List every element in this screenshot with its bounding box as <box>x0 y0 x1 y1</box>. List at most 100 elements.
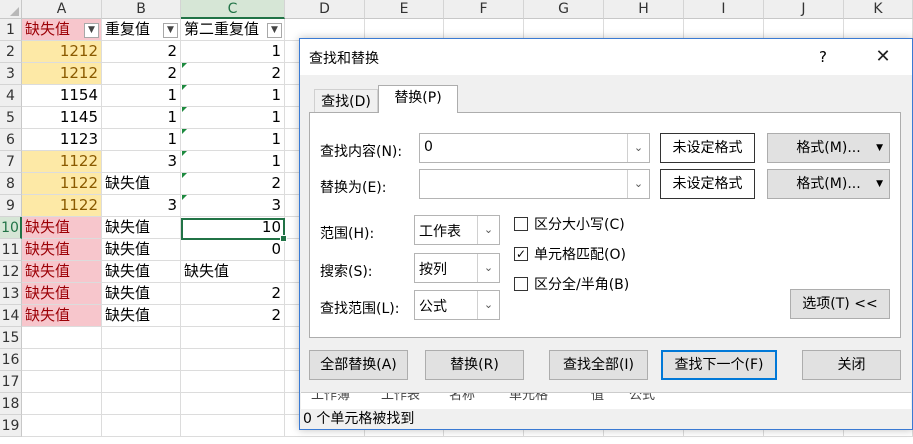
cell-c17[interactable] <box>181 371 285 393</box>
cell-c5[interactable]: 1 <box>181 107 285 129</box>
cell-b12[interactable]: 缺失值 <box>102 261 181 283</box>
cell-b3[interactable]: 2 <box>102 63 181 85</box>
replace-format-button[interactable]: 格式(M)... ▼ <box>767 169 890 199</box>
filter-dropdown-icon[interactable]: ▼ <box>163 23 178 38</box>
cell-a8[interactable]: 1122 <box>22 173 102 195</box>
results-column-header[interactable]: 名称 <box>449 393 475 403</box>
cell-c2[interactable]: 1 <box>181 41 285 63</box>
cell-a9[interactable]: 1122 <box>22 195 102 217</box>
cell-c16[interactable] <box>181 349 285 371</box>
cell-a11[interactable]: 缺失值 <box>22 239 102 261</box>
chevron-down-icon[interactable]: ⌄ <box>627 170 649 198</box>
cell-c14[interactable]: 2 <box>181 305 285 327</box>
cell-b18[interactable] <box>102 393 181 415</box>
column-header-a[interactable]: A <box>22 0 102 19</box>
column-header-d[interactable]: D <box>285 0 365 19</box>
cell-a10[interactable]: 缺失值 <box>22 217 102 239</box>
cell-b10[interactable]: 缺失值 <box>102 217 181 239</box>
column-header-e[interactable]: E <box>365 0 444 19</box>
header-cell-b[interactable]: 重复值 ▼ <box>102 19 181 41</box>
options-button[interactable]: 选项(T) << <box>790 289 890 319</box>
results-column-header[interactable]: 工作簿 <box>311 393 350 403</box>
row-header-16[interactable]: 16 <box>0 349 22 371</box>
cell-a12[interactable]: 缺失值 <box>22 261 102 283</box>
cell-b4[interactable]: 1 <box>102 85 181 107</box>
cell-a13[interactable]: 缺失值 <box>22 283 102 305</box>
select-all-corner[interactable] <box>0 0 22 19</box>
cell-b6[interactable]: 1 <box>102 129 181 151</box>
column-header-b[interactable]: B <box>102 0 181 19</box>
row-header-3[interactable]: 3 <box>0 63 22 85</box>
cell-a19[interactable] <box>22 415 102 437</box>
row-header-12[interactable]: 12 <box>0 261 22 283</box>
column-header-g[interactable]: G <box>524 0 604 19</box>
results-column-header[interactable]: 工作表 <box>381 393 420 403</box>
results-column-header[interactable]: 单元格 <box>509 393 548 403</box>
column-header-h[interactable]: H <box>604 0 684 19</box>
find-what-combo[interactable]: 0 ⌄ <box>419 133 650 163</box>
row-header-6[interactable]: 6 <box>0 129 22 151</box>
tab-find[interactable]: 查找(D) <box>314 89 378 113</box>
results-list[interactable]: 工作簿 工作表 名称 单元格 值 公式 <box>301 392 911 409</box>
help-button[interactable]: ? <box>808 46 838 68</box>
cell-b8[interactable]: 缺失值 <box>102 173 181 195</box>
row-header-11[interactable]: 11 <box>0 239 22 261</box>
header-cell-c[interactable]: 第二重复值 ▼ <box>181 19 285 41</box>
row-header-15[interactable]: 15 <box>0 327 22 349</box>
cell-b14[interactable]: 缺失值 <box>102 305 181 327</box>
replace-all-button[interactable]: 全部替换(A) <box>309 350 408 380</box>
cell-c6[interactable]: 1 <box>181 129 285 151</box>
cell-b7[interactable]: 3 <box>102 151 181 173</box>
active-cell-c10[interactable] <box>181 218 287 242</box>
cell-a18[interactable] <box>22 393 102 415</box>
cell-c19[interactable] <box>181 415 285 437</box>
chevron-down-icon[interactable]: ⌄ <box>477 291 499 319</box>
cell-a17[interactable] <box>22 371 102 393</box>
row-header-5[interactable]: 5 <box>0 107 22 129</box>
match-width-checkbox[interactable] <box>514 277 528 291</box>
row-header-10[interactable]: 10 <box>0 217 22 239</box>
cell-a16[interactable] <box>22 349 102 371</box>
chevron-down-icon[interactable]: ⌄ <box>477 254 499 282</box>
cell-c18[interactable] <box>181 393 285 415</box>
row-header-1[interactable]: 1 <box>0 19 22 41</box>
cell-b5[interactable]: 1 <box>102 107 181 129</box>
row-header-17[interactable]: 17 <box>0 371 22 393</box>
match-case-checkbox[interactable] <box>514 217 528 231</box>
within-select[interactable]: 工作表 ⌄ <box>414 215 500 245</box>
cell-a7[interactable]: 1122 <box>22 151 102 173</box>
cell-b9[interactable]: 3 <box>102 195 181 217</box>
cell-c9[interactable]: 3 <box>181 195 285 217</box>
cell-b17[interactable] <box>102 371 181 393</box>
row-header-13[interactable]: 13 <box>0 283 22 305</box>
tab-replace[interactable]: 替换(P) <box>378 85 458 113</box>
column-header-c[interactable]: C <box>181 0 285 19</box>
column-header-k[interactable]: K <box>844 0 913 19</box>
cell-a4[interactable]: 1154 <box>22 85 102 107</box>
look-in-select[interactable]: 公式 ⌄ <box>414 290 500 320</box>
row-header-14[interactable]: 14 <box>0 305 22 327</box>
find-format-button[interactable]: 格式(M)... ▼ <box>767 133 890 163</box>
replace-with-combo[interactable]: ⌄ <box>419 169 650 199</box>
replace-button[interactable]: 替换(R) <box>425 350 524 380</box>
row-header-8[interactable]: 8 <box>0 173 22 195</box>
cell-b2[interactable]: 2 <box>102 41 181 63</box>
cell-c4[interactable]: 1 <box>181 85 285 107</box>
cell-a3[interactable]: 1212 <box>22 63 102 85</box>
search-select[interactable]: 按列 ⌄ <box>414 253 500 283</box>
row-header-4[interactable]: 4 <box>0 85 22 107</box>
close-button[interactable]: 关闭 <box>802 350 901 380</box>
column-header-j[interactable]: J <box>764 0 844 19</box>
results-column-header[interactable]: 公式 <box>629 393 655 403</box>
column-header-f[interactable]: F <box>444 0 524 19</box>
cell-c8[interactable]: 2 <box>181 173 285 195</box>
row-header-7[interactable]: 7 <box>0 151 22 173</box>
row-header-9[interactable]: 9 <box>0 195 22 217</box>
cell-b13[interactable]: 缺失值 <box>102 283 181 305</box>
cell-b19[interactable] <box>102 415 181 437</box>
chevron-down-icon[interactable]: ⌄ <box>627 134 649 162</box>
cell-c11[interactable]: 0 <box>181 239 285 261</box>
chevron-down-icon[interactable]: ⌄ <box>477 216 499 244</box>
cell-a6[interactable]: 1123 <box>22 129 102 151</box>
cell-c15[interactable] <box>181 327 285 349</box>
